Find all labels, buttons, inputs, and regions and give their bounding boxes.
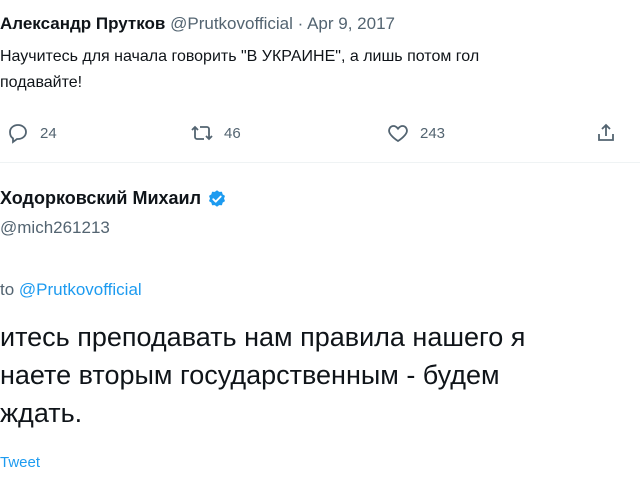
tweet1-date[interactable]: Apr 9, 2017: [307, 14, 395, 33]
verified-icon: [209, 189, 226, 207]
reply-count: 24: [40, 124, 57, 142]
like-icon: [388, 125, 408, 143]
share-icon: [598, 123, 614, 141]
tweet2-text: итесь преподавать нам правила нашего я н…: [0, 318, 525, 432]
tweet1-separator: ·: [297, 14, 304, 33]
tweet-footer-link[interactable]: Tweet: [0, 454, 40, 471]
replying-to: to @Prutkovofficial: [0, 280, 142, 300]
tweet2-text-line1: итесь преподавать нам правила нашего я: [0, 322, 526, 352]
tweet1-author-name[interactable]: Александр Прутков: [0, 14, 165, 33]
like-count: 243: [420, 124, 446, 142]
share-button[interactable]: [594, 118, 618, 148]
reply-icon: [9, 124, 27, 144]
retweet-count: 46: [224, 124, 241, 142]
tweet2-author-name[interactable]: Ходорковский Михаил: [0, 188, 201, 209]
tweet2-text-line2: наете вторым государственным - будем: [0, 360, 500, 390]
tweet2-text-line3: ждать.: [0, 398, 83, 428]
reply-to-handle-link[interactable]: @Prutkovofficial: [19, 280, 142, 299]
tweet1-text-line2: подавайте!: [0, 74, 83, 91]
retweet-button[interactable]: 46: [190, 118, 241, 148]
tweet2-author-handle[interactable]: @mich261213: [0, 218, 110, 238]
retweet-icon: [191, 125, 213, 141]
tweet2-author[interactable]: Ходорковский Михаил: [0, 188, 227, 209]
tweet1-author-handle[interactable]: @Prutkovofficial: [170, 14, 293, 33]
reply-prefix: to: [0, 280, 15, 299]
like-button[interactable]: 243: [386, 118, 445, 148]
tweet1-text-line1: Научитесь для начала говорить "В УКРАИНЕ…: [0, 48, 480, 65]
divider: [0, 162, 640, 163]
tweet1-header: Александр Прутков @Prutkovofficial · Apr…: [0, 14, 395, 34]
tweet1-actions: 24 46 243: [0, 118, 640, 148]
reply-button[interactable]: 24: [6, 118, 57, 148]
tweet1-text: Научитесь для начала говорить "В УКРАИНЕ…: [0, 44, 479, 96]
